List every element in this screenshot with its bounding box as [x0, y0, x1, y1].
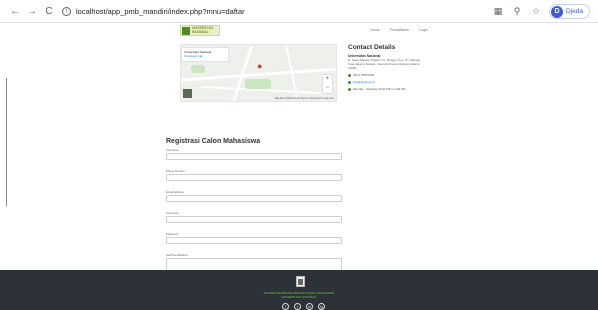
site-footer: SISTEM INFORMASI PENDAFTARAN MAHASISWA U…	[0, 270, 598, 310]
email-address-input[interactable]	[166, 195, 342, 202]
contact-hours: Monday - Saturday 8:00 AM to 4:00 PM	[353, 87, 406, 91]
contact-phone: (021) 78067000	[353, 73, 375, 77]
logo-mark-icon	[182, 26, 190, 35]
reload-icon[interactable]: C	[42, 4, 56, 18]
contact-details: Contact Details Universitas Nasional Jl.…	[348, 44, 428, 94]
map-info-card: Universitas Nasional View larger map	[182, 48, 228, 61]
twitter-icon[interactable]: t	[294, 303, 301, 310]
email-icon	[348, 80, 351, 84]
url-text[interactable]: localhost/app_pmb_mandiri/index.php?mnu=…	[76, 7, 245, 16]
username-input-2[interactable]	[166, 216, 342, 223]
scrollbar[interactable]	[6, 78, 7, 206]
translate-icon[interactable]: ▦	[492, 6, 504, 17]
contact-title: Contact Details	[348, 44, 396, 51]
zoom-icon[interactable]: ⚲	[511, 6, 523, 17]
info-icon[interactable]: i	[62, 6, 71, 16]
back-icon[interactable]: ←	[8, 4, 22, 18]
footer-line2: UNIVERSITAS NASIONAL	[281, 295, 317, 299]
view-larger-map-link[interactable]: View larger map	[182, 54, 228, 58]
profile-name: Djeda	[566, 8, 583, 15]
google-map[interactable]: Universitas Nasional View larger map ● +…	[180, 44, 337, 102]
nav-pendaftaran[interactable]: Pendaftaran	[390, 28, 410, 32]
zoom-in-button[interactable]: +	[323, 75, 332, 84]
footer-logo-icon	[296, 276, 305, 287]
nav-login[interactable]: Login	[419, 28, 428, 32]
avatar: D	[551, 5, 564, 18]
browser-toolbar: ← → C i localhost/app_pmb_mandiri/index.…	[0, 0, 598, 23]
map-attribution: Map data ©2020 Google Terms of Use Repor…	[274, 98, 334, 100]
profile-button[interactable]: D Djeda	[549, 4, 590, 19]
facebook-icon[interactable]: f	[282, 303, 289, 310]
map-zoom-control[interactable]: + −	[323, 75, 332, 93]
address-bar[interactable]: i localhost/app_pmb_mandiri/index.php?mn…	[62, 6, 245, 16]
contact-hours-row: Monday - Saturday 8:00 AM to 4:00 PM	[348, 87, 428, 91]
username-input[interactable]	[166, 153, 342, 160]
map-pin-icon[interactable]: ●	[257, 62, 264, 71]
contact-email[interactable]: info@unas.ac.id	[353, 80, 375, 84]
forward-icon[interactable]: →	[25, 4, 39, 18]
star-icon[interactable]: ☆	[530, 6, 542, 17]
phone-icon	[348, 73, 351, 77]
contact-email-row: info@unas.ac.id	[348, 80, 428, 84]
top-navigation: Home Pendaftaran Login	[370, 28, 428, 32]
site-header: UNIVERSITAS NASIONAL Home Pendaftaran Lo…	[180, 25, 428, 39]
clock-icon	[348, 87, 351, 91]
map-satellite-toggle[interactable]	[183, 89, 192, 98]
contact-phone-row: (021) 78067000	[348, 73, 428, 77]
contact-address: Jl. Sawo Manila, Pejaten Ps. Minggu, Kec…	[348, 58, 422, 70]
password-input[interactable]	[166, 237, 342, 244]
site-logo[interactable]: UNIVERSITAS NASIONAL	[180, 25, 220, 36]
instagram-icon[interactable]: ig	[318, 303, 325, 310]
linkedin-icon[interactable]: in	[306, 303, 313, 310]
nav-home[interactable]: Home	[370, 28, 380, 32]
form-title: Registrasi Calon Mahasiswa	[166, 138, 261, 145]
zoom-out-button[interactable]: −	[323, 84, 332, 93]
phone-number-input[interactable]	[166, 174, 342, 181]
logo-text-line2: NASIONAL	[192, 29, 209, 34]
